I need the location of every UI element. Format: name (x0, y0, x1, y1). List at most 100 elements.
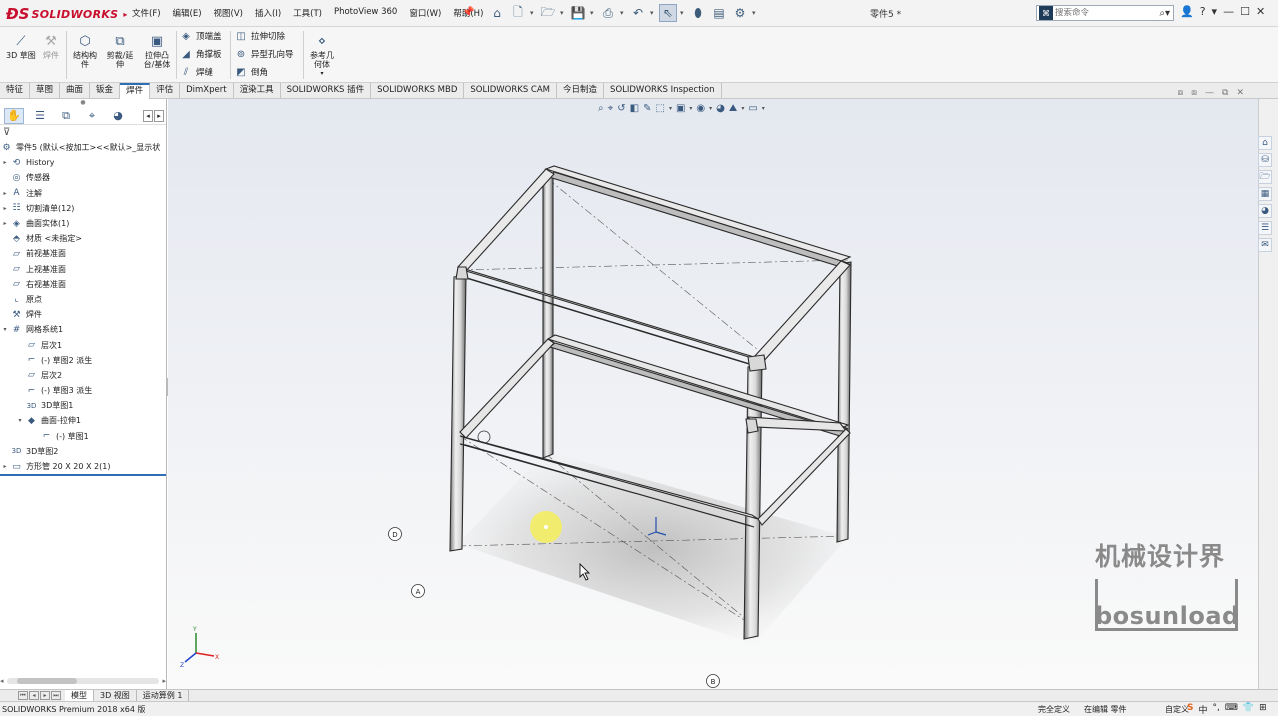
menu-window[interactable]: 窗口(W) (403, 7, 447, 19)
tab-surfaces[interactable]: 曲面 (60, 83, 91, 99)
scroll-left-icon[interactable]: ◂ (0, 677, 4, 685)
tree-item[interactable]: ⬘ 材质 <未指定> (0, 231, 166, 246)
traffic-light-icon[interactable]: ⬮ (689, 4, 707, 22)
solidworks-logo[interactable]: ĐS SOLIDWORKS ▸ (6, 4, 127, 24)
user-icon[interactable]: 👤 (1180, 5, 1194, 18)
tab-render-tools[interactable]: 渲染工具 (234, 83, 281, 99)
tree-item[interactable]: ▱ 前视基准面 (0, 246, 166, 261)
chevron-right-icon[interactable]: ▸ (0, 463, 10, 470)
feature-manager-tab-icon[interactable]: ✋ (4, 107, 24, 124)
tab-addins[interactable]: SOLIDWORKS 插件 (281, 83, 372, 99)
tree-item[interactable]: ▱ 右视基准面 (0, 277, 166, 292)
options-gear-icon[interactable]: ⚙ (731, 4, 749, 22)
search-input[interactable] (1055, 8, 1155, 18)
viewport-restore-right-icon[interactable]: ⧈ (1191, 88, 1197, 98)
extrude-boss-button[interactable]: ▣ 拉伸凸台/基体 (140, 33, 174, 70)
reference-geometry-button[interactable]: ⋄ 参考几何体 ▾ (308, 33, 336, 78)
maximize-icon[interactable]: ☐ (1240, 5, 1250, 18)
display-manager-tab-icon[interactable]: ◕ (108, 108, 128, 124)
command-search[interactable]: ⌘ ⌕▾ (1036, 5, 1174, 21)
print-icon[interactable]: ⎙ (599, 4, 617, 22)
panel-grip-icon[interactable]: ● (0, 99, 166, 107)
ime-grid-icon[interactable]: ⊞ (1259, 703, 1267, 716)
menu-photoview[interactable]: PhotoView 360 (328, 7, 403, 19)
tree-item[interactable]: ▸ ◈ 曲面实体(1) (0, 216, 166, 231)
tree-root-part[interactable]: ⚙ 零件5 (默认<按加工><<默认>_显示状 (0, 140, 166, 155)
viewport-maximize-icon[interactable]: ⧉ (1222, 88, 1228, 98)
tree-item[interactable]: ⌞ 原点 (0, 292, 166, 307)
new-document-icon[interactable]: 🗋 (509, 4, 527, 22)
tab-3d-views[interactable]: 3D 视图 (94, 690, 137, 701)
scroll-track[interactable] (6, 678, 160, 684)
tree-item[interactable]: ⚒ 焊件 (0, 307, 166, 322)
close-icon[interactable]: ✕ (1256, 5, 1265, 18)
search-icon[interactable]: ⌕▾ (1159, 8, 1170, 19)
save-caret-icon[interactable]: ▾ (590, 9, 596, 17)
tree-item[interactable]: ⌐ (-) 草图1 (0, 429, 166, 444)
skin-icon[interactable]: 👕 (1243, 703, 1254, 716)
chevron-right-icon[interactable]: ▸ (0, 205, 10, 212)
tab-weldments[interactable]: 焊件 (120, 83, 151, 99)
tab-cam[interactable]: SOLIDWORKS CAM (464, 83, 558, 99)
tree-item[interactable]: 3D 3D草图1 (0, 398, 166, 413)
viewport-close-icon[interactable]: ✕ (1236, 88, 1244, 98)
last-tab-icon[interactable]: ⏭ (51, 691, 61, 700)
back-post[interactable] (542, 174, 554, 459)
tab-model[interactable]: 模型 (65, 690, 94, 701)
appearances-icon[interactable]: ◕ (1258, 204, 1272, 218)
minimize-icon[interactable]: — (1223, 5, 1234, 18)
property-manager-tab-icon[interactable]: ☰ (30, 108, 50, 124)
first-tab-icon[interactable]: ⏮ (18, 691, 28, 700)
tab-dimxpert[interactable]: DimXpert (180, 83, 234, 99)
3d-sketch-button[interactable]: ⟋ 3D 草图 (6, 33, 36, 61)
design-library-icon[interactable]: ⛁ (1258, 153, 1272, 167)
menu-edit[interactable]: 编辑(E) (167, 7, 208, 19)
tab-sheet-metal[interactable]: 钣金 (90, 83, 121, 99)
print-caret-icon[interactable]: ▾ (620, 9, 626, 17)
file-properties-icon[interactable]: ▤ (710, 4, 728, 22)
chevron-right-icon[interactable]: ▸ (0, 159, 10, 166)
trim-extend-button[interactable]: ⧉ 剪裁/延伸 (104, 33, 136, 70)
new-caret-icon[interactable]: ▾ (530, 9, 536, 17)
units-custom[interactable]: 自定义 (1165, 704, 1189, 715)
scroll-thumb[interactable] (16, 678, 77, 684)
grid-bubble-a[interactable]: A (411, 584, 425, 598)
chevron-down-icon[interactable]: ▾ (0, 326, 10, 333)
keyboard-icon[interactable]: ⌨ (1225, 703, 1238, 716)
left-front-post[interactable] (449, 274, 467, 552)
menu-tools[interactable]: 工具(T) (287, 7, 328, 19)
tree-item[interactable]: ▸ A 注解 (0, 186, 166, 201)
tree-item[interactable]: ▸ ▭ 方形管 20 X 20 X 2(1) (0, 459, 166, 474)
select-caret-icon[interactable]: ▾ (680, 9, 686, 17)
dimxpert-manager-tab-icon[interactable]: ⌖ (82, 108, 102, 124)
chevron-left-icon[interactable]: ◂ (143, 109, 153, 122)
tree-item[interactable]: ▱ 层次1 (0, 337, 166, 352)
weld-bead-button[interactable]: ⫽ 焊缝 (180, 66, 213, 79)
tree-item[interactable]: ▸ ⟲ History (0, 155, 166, 170)
end-cap-button[interactable]: ◈ 顶端盖 (180, 30, 221, 43)
viewport-minimize-icon[interactable]: — (1205, 88, 1214, 98)
hole-wizard-button[interactable]: ⊚ 异型孔向导 (235, 48, 294, 61)
tree-item[interactable]: ▱ 上视基准面 (0, 262, 166, 277)
tree-item[interactable]: 3D 3D草图2 (0, 444, 166, 459)
open-caret-icon[interactable]: ▾ (560, 9, 566, 17)
tree-item[interactable]: ▾ # 网格系统1 (0, 322, 166, 337)
tab-inspection[interactable]: SOLIDWORKS Inspection (604, 83, 722, 99)
custom-properties-icon[interactable]: ☰ (1258, 221, 1272, 235)
tab-motion-study[interactable]: 运动算例 1 (137, 690, 190, 701)
select-pointer-icon[interactable]: ⇖ (659, 4, 677, 22)
right-back-post[interactable] (836, 261, 852, 543)
tab-sketch[interactable]: 草图 (30, 83, 61, 99)
view-palette-icon[interactable]: ▦ (1258, 187, 1272, 201)
menu-insert[interactable]: 插入(I) (249, 7, 287, 19)
scroll-right-icon[interactable]: ▸ (162, 677, 166, 685)
tree-item[interactable]: ◎ 传感器 (0, 170, 166, 185)
ime-punct[interactable]: °, (1213, 703, 1220, 716)
chevron-right-icon[interactable]: ▸ (154, 109, 164, 122)
prev-tab-icon[interactable]: ◂ (29, 691, 39, 700)
middle-frame[interactable] (546, 334, 850, 437)
help-caret-icon[interactable]: ▾ (1212, 5, 1218, 18)
undo-icon[interactable]: ↶ (629, 4, 647, 22)
endpoint-marker[interactable] (477, 430, 491, 444)
menu-file[interactable]: 文件(F) (126, 7, 167, 19)
